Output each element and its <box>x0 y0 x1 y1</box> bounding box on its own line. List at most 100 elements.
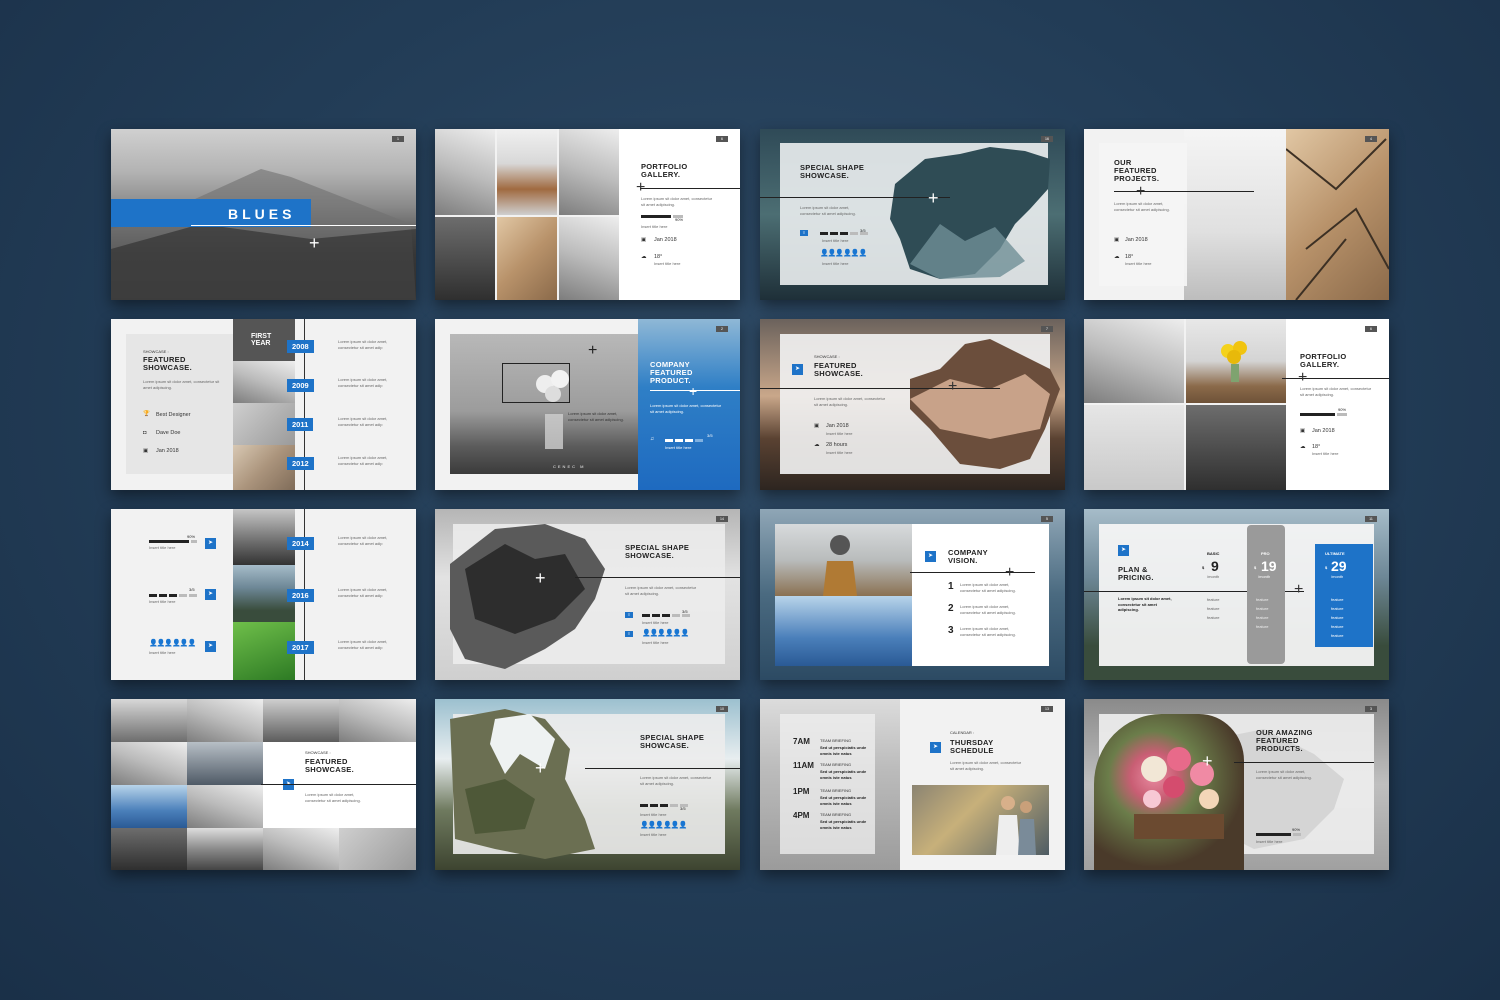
item-text: Lorem ipsum sit dolor amet, consectetur … <box>960 626 1016 637</box>
slide-5[interactable]: SHOWCASE : FEATURED SHOWCASE. Lorem ipsu… <box>111 319 416 490</box>
year-badge: 2012 <box>287 457 314 470</box>
plus-icon: + <box>1298 369 1308 386</box>
schedule-panel <box>780 714 875 854</box>
slide-10[interactable]: SPECIAL SHAPE SHOWCASE. + Lorem ipsum si… <box>435 509 740 680</box>
plus-icon: + <box>636 179 646 196</box>
item-number: 2 <box>948 603 954 614</box>
slide-title: FEATURED SHOWCASE. <box>143 355 192 372</box>
body-text: Lorem ipsum sit dolor amet, consectetur … <box>1114 201 1170 212</box>
caption: Insert title here <box>640 832 667 837</box>
time-label: 11AM <box>793 761 814 770</box>
divider <box>1234 762 1374 763</box>
time-label: 7AM <box>793 737 810 746</box>
slide-number: 10 <box>716 706 728 712</box>
body-text: Lorem ipsum sit dolor amet, consectetur … <box>950 760 1022 771</box>
slide-title: FEATURED SHOWCASE. <box>305 757 354 774</box>
plus-icon: + <box>535 568 546 588</box>
slide-4[interactable]: OUR FEATURED PROJECTS. + Lorem ipsum sit… <box>1084 129 1389 300</box>
chat-icon: ≡ <box>625 631 633 637</box>
year-badge: 2016 <box>287 589 314 602</box>
date-text: Jan 2018 <box>826 423 849 429</box>
plan-price: 29 <box>1331 558 1347 574</box>
calendar-icon: ▣ <box>1114 237 1120 243</box>
body-text: Lorem ipsum sit dolor amet, consectetur … <box>568 411 624 422</box>
timeline-photo <box>233 509 295 565</box>
yellow-flowers <box>1221 341 1247 382</box>
event-label: TEAM BRIEFING <box>820 762 852 767</box>
item-3: Jan 2018 <box>156 448 179 454</box>
slide-number: 7 <box>1041 326 1053 332</box>
feature-item: feature <box>1256 615 1269 620</box>
divider <box>760 197 950 198</box>
slide-number: 16 <box>1041 136 1053 142</box>
slide-8[interactable]: PORTFOLIO GALLERY. + Lorem ipsum sit dol… <box>1084 319 1389 490</box>
body-text: Lorem ipsum sit dolor amet, consectetur … <box>1256 769 1312 780</box>
rating-bar <box>665 439 703 442</box>
slide-title: COMPANY VISION. <box>948 548 988 565</box>
temperature-text: 18° <box>1312 444 1321 450</box>
collage-photo <box>111 699 187 742</box>
plan-price: 9 <box>1211 558 1219 574</box>
slide-9[interactable]: 90% Insert title here ➤ 3/5 Insert title… <box>111 509 416 680</box>
divider <box>1114 191 1254 192</box>
feature-item: feature <box>1331 615 1344 620</box>
year-badge: 2008 <box>287 340 314 353</box>
first-year-label: FIRST YEAR <box>251 333 272 348</box>
plane-icon: ➤ <box>205 589 216 600</box>
people-icons: 👤👤👤👤👤👤 <box>640 822 687 829</box>
caption: Insert title here <box>826 450 853 455</box>
vase-photo <box>1084 405 1184 490</box>
slide-7[interactable]: ➤ SHOWCASE : FEATURED SHOWCASE. + Lorem … <box>760 319 1065 490</box>
slide-11[interactable]: ➤ COMPANY VISION. + 1 Lorem ipsum sit do… <box>760 509 1065 680</box>
feature-item: feature <box>1207 606 1220 611</box>
slide-title: BLUES <box>228 206 296 222</box>
plus-icon: + <box>689 383 698 399</box>
pro-plan-card[interactable] <box>1247 525 1285 664</box>
lamp-photo <box>497 129 557 215</box>
rating-value: 3/5 <box>682 609 688 614</box>
geometric-lines <box>1286 138 1389 300</box>
temperature-caption: Insert title here <box>1312 451 1339 456</box>
item-text: Lorem ipsum sit dolor amet, consectetur … <box>960 604 1016 615</box>
collage-photo <box>263 699 339 742</box>
caption: Insert title here <box>149 545 176 550</box>
plan-price: 19 <box>1261 558 1277 574</box>
slide-2[interactable]: PORTFOLIO GALLERY. + Lorem ipsum sit dol… <box>435 129 740 300</box>
progress-value: 90% <box>187 534 196 539</box>
event-label: TEAM BRIEFING <box>820 788 852 793</box>
slide-number: 2 <box>716 326 728 332</box>
slide-1[interactable]: BLUES + 1 <box>111 129 416 300</box>
plan-unit: /month <box>1207 574 1220 579</box>
office-photo <box>1184 129 1286 300</box>
plus-icon: + <box>309 233 320 253</box>
body-text: Lorem ipsum sit dolor amet, consectetur … <box>1300 386 1372 397</box>
timeline-photo <box>233 445 295 490</box>
slide-14[interactable]: SPECIAL SHAPE SHOWCASE. + Lorem ipsum si… <box>435 699 740 870</box>
cloud-icon: ☁ <box>641 254 647 260</box>
plus-icon: + <box>1202 751 1213 771</box>
collage-photo <box>339 828 416 870</box>
vase-photo <box>559 217 619 300</box>
slide-3[interactable]: SPECIAL SHAPE SHOWCASE. + Lorem ipsum si… <box>760 129 1065 300</box>
people-icons: 👤👤👤👤👤👤 <box>149 640 196 647</box>
slide-number: 6 <box>716 136 728 142</box>
desk-photo <box>559 129 619 215</box>
date-text: Jan 2018 <box>1125 237 1148 243</box>
body-text: Lorem ipsum sit dolor amet, consectetur … <box>143 379 220 390</box>
date-text: Jan 2018 <box>1312 428 1335 434</box>
caption: Insert title here <box>642 640 669 645</box>
slide-16[interactable]: + OUR AMAZING FEATURED PRODUCTS. Lorem i… <box>1084 699 1389 870</box>
slide-6[interactable]: + CENEC M Lorem ipsum sit dolor amet, co… <box>435 319 740 490</box>
plan-unit: /month <box>1258 574 1271 579</box>
slide-title: PLAN & PRICING. <box>1118 565 1154 582</box>
slide-13[interactable]: ➤ SHOWCASE : FEATURED SHOWCASE. Lorem ip… <box>111 699 416 870</box>
time-label: 1PM <box>793 787 810 796</box>
divider <box>640 188 740 189</box>
caption: Insert title here <box>149 650 176 655</box>
slide-title: COMPANY FEATURED PRODUCT. <box>650 360 693 385</box>
rating-value: 3/5 <box>707 433 713 438</box>
slide-15[interactable]: 7AM TEAM BRIEFING Sed ut perspiciatis un… <box>760 699 1065 870</box>
event-text: Sed ut perspiciatis unde omnis iste natu… <box>820 819 867 830</box>
slide-12[interactable]: ➤ PLAN & PRICING. + Lorem ipsum sit dolo… <box>1084 509 1389 680</box>
calendar-icon: ▣ <box>641 237 647 243</box>
